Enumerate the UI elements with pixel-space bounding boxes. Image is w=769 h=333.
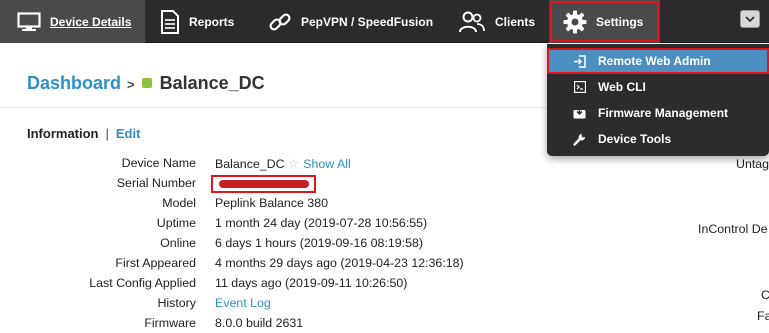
nav-pepvpn-label: PepVPN / SpeedFusion [301, 14, 434, 29]
info-label: Serial Number [116, 176, 196, 190]
download-box-icon [573, 107, 586, 119]
info-row-model: Model Peplink Balance 380 [0, 194, 540, 214]
info-value: 1 month 24 day (2019-07-28 10:56:55) [215, 216, 428, 230]
document-icon [160, 9, 180, 34]
right-column-fragment: C [761, 288, 769, 302]
users-icon [458, 11, 486, 33]
top-navigation-bar: Device Details Reports PepVPN / SpeedFus… [0, 0, 769, 43]
information-heading: Information [27, 126, 99, 141]
info-label: Firmware [144, 316, 196, 330]
info-label: First Appeared [115, 256, 196, 270]
nav-settings[interactable]: Settings [549, 0, 660, 43]
information-section-title: Information | Edit [27, 126, 140, 141]
info-row-first-appeared: First Appeared 4 months 29 days ago (201… [0, 254, 540, 274]
heading-separator: | [105, 126, 109, 141]
breadcrumb-dashboard-link[interactable]: Dashboard [27, 73, 121, 94]
menu-item-label: Remote Web Admin [598, 54, 711, 68]
device-name-value: Balance_DC [215, 157, 285, 171]
breadcrumb: Dashboard > Balance_DC [27, 72, 265, 94]
link-icon [268, 10, 292, 34]
menu-item-label: Firmware Management [598, 106, 729, 120]
nav-pepvpn-speedfusion[interactable]: PepVPN / SpeedFusion [268, 0, 433, 43]
info-value: Peplink Balance 380 [215, 196, 328, 210]
serial-number-redaction [219, 180, 309, 188]
menu-item-remote-web-admin[interactable]: Remote Web Admin [547, 48, 769, 74]
breadcrumb-separator: > [127, 77, 135, 92]
terminal-icon [573, 81, 586, 93]
nav-reports[interactable]: Reports [160, 0, 234, 43]
right-column-fragment: InControl De [698, 222, 768, 236]
menu-item-web-cli[interactable]: Web CLI [547, 74, 769, 100]
info-row-firmware: Firmware 8.0.0 build 2631 [0, 314, 540, 333]
breadcrumb-device-name: Balance_DC [159, 72, 265, 93]
nav-settings-label: Settings [596, 14, 644, 29]
show-all-link[interactable]: Show All [303, 157, 351, 171]
info-label: Uptime [156, 216, 196, 230]
info-value: 4 months 29 days ago (2019-04-23 12:36:1… [215, 256, 464, 270]
info-value: 8.0.0 build 2631 [215, 316, 304, 330]
settings-dropdown-menu: Remote Web Admin Web CLI Firmware Manage… [547, 44, 769, 156]
gear-icon [563, 10, 587, 34]
chevron-down-icon [745, 10, 755, 28]
info-label: Model [162, 196, 196, 210]
info-row-history: History Event Log [0, 294, 540, 314]
nav-device-details[interactable]: Device Details [0, 0, 145, 43]
right-column-fragment: Untag [736, 157, 769, 171]
info-label: History [157, 296, 196, 310]
star-icon[interactable]: ☆ [288, 156, 300, 171]
info-label: Online [160, 236, 196, 250]
right-column-fragment: Fa [757, 309, 769, 323]
menu-item-firmware-management[interactable]: Firmware Management [547, 100, 769, 126]
info-value: Balance_DC ☆ Show All [215, 156, 351, 172]
menu-item-label: Web CLI [598, 80, 646, 94]
nav-reports-label: Reports [189, 14, 235, 29]
login-icon [573, 54, 586, 68]
nav-clients[interactable]: Clients [458, 0, 535, 43]
event-log-link[interactable]: Event Log [215, 296, 271, 310]
menu-item-label: Device Tools [598, 132, 672, 146]
info-row-last-config-applied: Last Config Applied 11 days ago (2019-09… [0, 274, 540, 294]
info-value: 11 days ago (2019-09-11 10:26:50) [215, 276, 408, 290]
information-edit-link[interactable]: Edit [116, 126, 141, 141]
info-label: Device Name [121, 156, 196, 170]
monitor-icon [17, 11, 41, 32]
wrench-icon [573, 133, 586, 146]
device-status-indicator [141, 78, 152, 88]
nav-device-details-label: Device Details [50, 14, 132, 29]
menu-item-device-tools[interactable]: Device Tools [547, 126, 769, 152]
info-row-online: Online 6 days 1 hours (2019-09-16 08:19:… [0, 234, 540, 254]
collapse-menu-button[interactable] [740, 10, 760, 28]
info-label: Last Config Applied [89, 276, 196, 290]
info-row-uptime: Uptime 1 month 24 day (2019-07-28 10:56:… [0, 214, 540, 234]
nav-clients-label: Clients [495, 14, 536, 29]
info-value: 6 days 1 hours (2019-09-16 08:19:58) [215, 236, 424, 250]
info-row-device-name: Device Name Balance_DC ☆ Show All [0, 154, 540, 174]
